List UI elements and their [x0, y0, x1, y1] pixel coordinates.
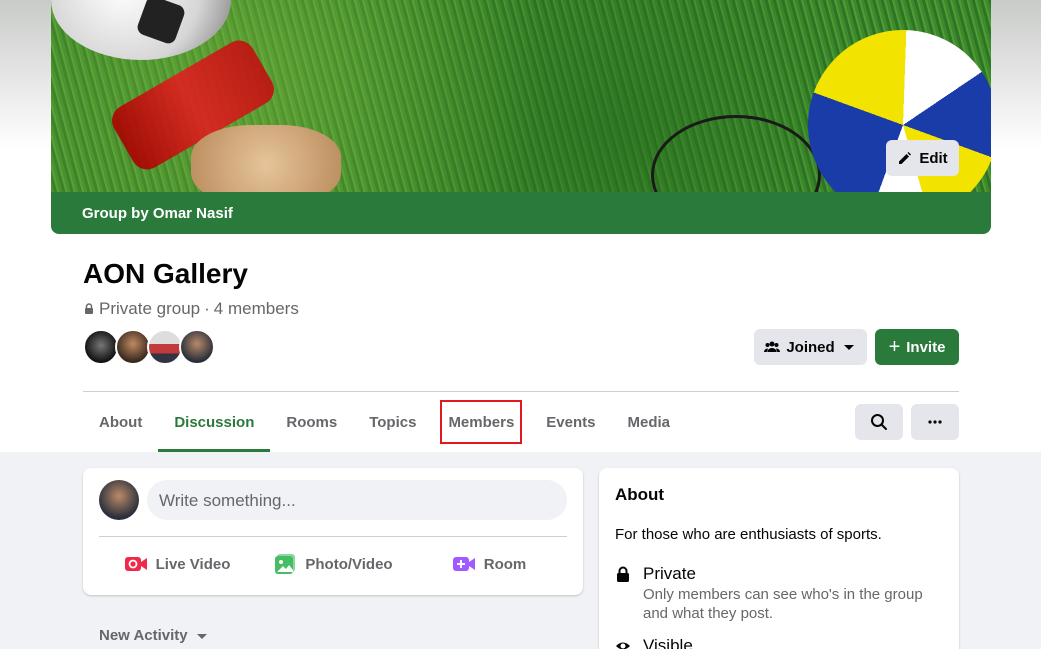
search-icon	[871, 414, 887, 430]
privacy-label[interactable]: Private group	[99, 299, 200, 319]
group-by-banner[interactable]: Group by Omar Nasif	[51, 192, 991, 234]
tab-members[interactable]: Members	[432, 392, 530, 452]
eye-icon	[616, 642, 630, 649]
lock-icon	[85, 303, 93, 314]
members-count[interactable]: 4 members	[214, 299, 299, 319]
photo-icon	[275, 554, 296, 574]
tab-media[interactable]: Media	[612, 392, 687, 452]
about-description: For those who are enthusiasts of sports.	[615, 526, 882, 543]
photo-video-button[interactable]: Photo/Video	[255, 544, 411, 584]
edit-cover-button[interactable]: Edit	[886, 140, 959, 176]
caret-down-icon	[196, 633, 207, 639]
avatar[interactable]	[83, 329, 119, 365]
visible-label: Visible	[643, 636, 693, 649]
room-label: Room	[483, 555, 527, 573]
pencil-icon	[899, 152, 912, 164]
tab-events[interactable]: Events	[530, 392, 611, 452]
avatar[interactable]	[147, 329, 183, 365]
edit-label: Edit	[919, 149, 948, 167]
avatar[interactable]	[179, 329, 215, 365]
more-options-button[interactable]	[911, 404, 959, 440]
photo-video-label: Photo/Video	[305, 555, 393, 573]
lock-icon	[617, 566, 629, 582]
tab-discussion[interactable]: Discussion	[158, 392, 271, 452]
group-name[interactable]: AON Gallery	[83, 258, 248, 290]
search-button[interactable]	[855, 404, 903, 440]
joined-button[interactable]: Joined	[754, 329, 867, 365]
write-something-input[interactable]: Write something...	[147, 480, 567, 520]
composer-actions: Live Video Photo/Video Room	[99, 544, 567, 584]
group-meta: Private group · 4 members	[83, 299, 299, 319]
room-button[interactable]: Room	[411, 544, 567, 584]
cover-photo	[51, 0, 991, 192]
sort-label: New Activity	[99, 627, 188, 644]
joined-label: Joined	[786, 338, 835, 356]
live-video-label: Live Video	[155, 555, 231, 573]
group-tabs: About Discussion Rooms Topics Members Ev…	[83, 392, 686, 452]
about-card: About For those who are enthusiasts of s…	[599, 468, 959, 649]
about-title: About	[615, 485, 665, 504]
member-avatars	[83, 329, 215, 365]
live-video-icon	[124, 557, 147, 571]
private-description: Only members can see who's in the group …	[643, 586, 923, 622]
members-icon	[764, 341, 781, 352]
racket-image	[651, 115, 821, 192]
post-composer: Write something... Live Video Photo/Vide…	[83, 468, 583, 595]
meta-separator: ·	[204, 299, 210, 318]
caret-down-icon	[843, 345, 854, 350]
avatar[interactable]	[115, 329, 151, 365]
live-video-button[interactable]: Live Video	[99, 544, 255, 584]
plus-icon: +	[888, 336, 901, 358]
invite-button[interactable]: + Invite	[875, 329, 959, 365]
more-icon	[928, 420, 942, 424]
composer-divider	[99, 536, 567, 537]
tab-rooms[interactable]: Rooms	[270, 392, 353, 452]
tab-topics[interactable]: Topics	[353, 392, 432, 452]
glove-image	[191, 125, 341, 192]
tab-about[interactable]: About	[83, 392, 158, 452]
room-icon	[452, 557, 475, 571]
group-by-text: Group by Omar Nasif	[82, 205, 233, 222]
avatar[interactable]	[99, 480, 139, 520]
sort-dropdown[interactable]: New Activity	[99, 627, 208, 644]
private-label: Private	[643, 564, 696, 583]
invite-label: Invite	[906, 338, 946, 356]
soccer-ball-image	[51, 0, 231, 60]
